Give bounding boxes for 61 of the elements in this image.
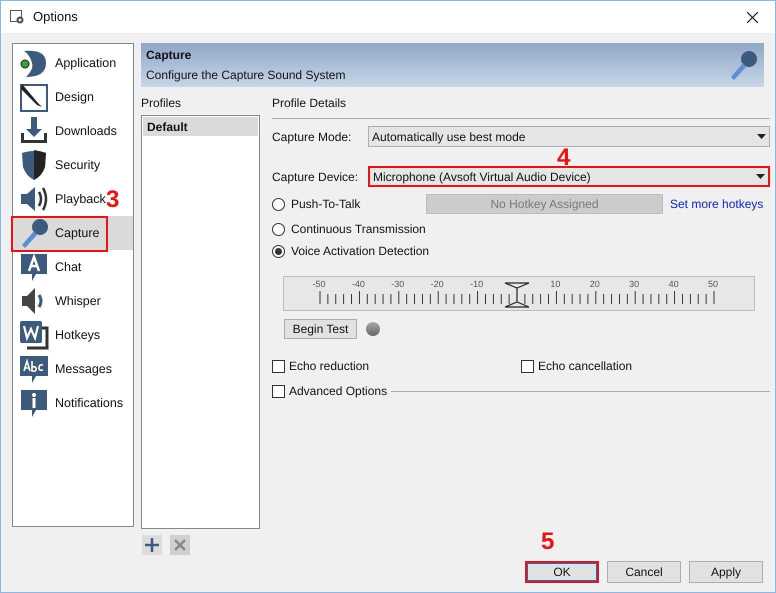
scale-label: 30 (629, 278, 640, 291)
chat-icon (18, 251, 50, 283)
sidebar-item[interactable]: Hotkeys (13, 318, 133, 352)
step-number: 3 (106, 188, 120, 212)
chat-icon (18, 353, 50, 385)
checkbox[interactable] (272, 384, 285, 398)
sidebar-item[interactable]: Capture (13, 216, 133, 250)
radio-button[interactable] (272, 222, 285, 236)
document-icon (18, 319, 50, 351)
close-icon[interactable] (747, 12, 758, 22)
dropdown-arrow-icon (757, 134, 766, 139)
header-title: Capture (146, 47, 192, 64)
scale-label: -40 (352, 278, 365, 291)
scale-label: -10 (470, 278, 484, 291)
radio-button[interactable] (272, 244, 285, 258)
settings-icon (10, 10, 25, 24)
checkbox-label: Advanced Options (289, 383, 388, 400)
scale-label: 50 (708, 278, 718, 291)
radio-label: Push-To-Talk (291, 196, 362, 213)
sidebar-item[interactable]: Application (13, 46, 133, 80)
scale-label: 10 (550, 278, 560, 291)
scale-label: -30 (391, 278, 404, 291)
slider-thumb[interactable] (504, 282, 530, 308)
dialog-button[interactable]: OK (525, 561, 599, 583)
checkbox[interactable] (521, 360, 534, 372)
checkbox-label: Echo cancellation (538, 358, 632, 375)
radio-label: Voice Activation Detection (291, 243, 430, 260)
sidebar-item[interactable]: Security (13, 148, 133, 182)
dropdown-arrow-icon (756, 174, 765, 179)
sidebar-item[interactable]: Downloads (13, 114, 133, 148)
pencil-icon (18, 81, 50, 113)
field-label: Capture Device: (272, 168, 360, 186)
profiles-label: Profiles (141, 95, 182, 112)
scale-label: -20 (430, 278, 444, 291)
dialog-button[interactable]: Cancel (607, 561, 681, 583)
begin-test-button[interactable]: Begin Test (284, 319, 357, 339)
header-subtitle: Configure the Capture Sound System (146, 67, 346, 84)
radio-button[interactable] (272, 198, 285, 210)
radio-label: Continuous Transmission (291, 221, 426, 238)
scale-label: -50 (312, 278, 326, 291)
set-hotkeys-link[interactable]: Set more hotkeys (670, 195, 764, 213)
checkbox[interactable] (272, 360, 285, 372)
add-icon[interactable] (142, 535, 162, 555)
window-title: Options (33, 8, 79, 26)
info-icon (18, 387, 50, 419)
capture-device-dropdown[interactable]: Microphone (Avsoft Virtual Audio Device) (368, 166, 770, 187)
indicator-light (366, 322, 380, 336)
sidebar-item[interactable]: Design (13, 80, 133, 114)
capture-mode-dropdown[interactable]: Automatically use best mode (368, 126, 770, 147)
sidebar-item[interactable]: Notifications (13, 386, 133, 420)
sidebar-item[interactable]: Messages (13, 352, 133, 386)
dialog-button[interactable]: Apply (689, 561, 763, 583)
sidebar-item[interactable]: Whisper (13, 284, 133, 318)
scale-label: 40 (668, 278, 679, 291)
scale-label: 20 (590, 278, 600, 291)
sidebar-item[interactable]: Chat (13, 250, 133, 284)
step-number: 5 (541, 530, 554, 554)
checkbox-label: Echo reduction (289, 358, 370, 375)
profile-item[interactable]: Default (143, 117, 258, 136)
section-title: Profile Details (272, 95, 348, 112)
field-label: Capture Mode: (272, 128, 352, 146)
